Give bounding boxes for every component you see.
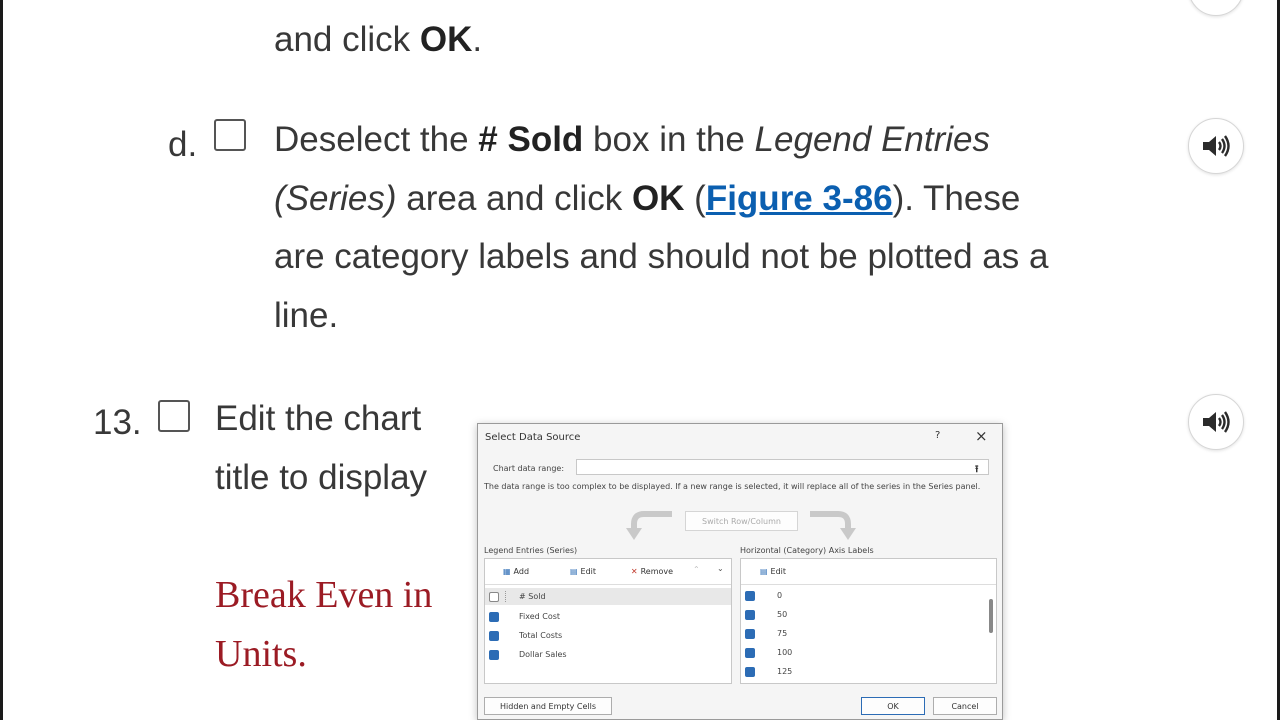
drag-handle <box>505 591 508 602</box>
move-down-icon[interactable]: ⌄ <box>717 564 724 573</box>
series-checkbox[interactable] <box>489 592 499 602</box>
category-row[interactable]: 100 <box>741 644 981 661</box>
series-row[interactable]: Fixed Cost <box>485 608 731 625</box>
audio-button-13[interactable] <box>1188 394 1244 450</box>
legend-divider <box>485 584 731 585</box>
category-value: 50 <box>777 610 788 619</box>
step-c-tail: and click OK. <box>274 20 483 59</box>
edit-button[interactable]: ▤ Edit <box>557 562 609 581</box>
category-row[interactable]: 50 <box>741 606 981 623</box>
figure-link[interactable]: Figure 3-86 <box>706 179 893 218</box>
category-value: 100 <box>777 648 793 657</box>
audio-button-d[interactable] <box>1188 118 1244 174</box>
help-icon[interactable]: ? <box>935 430 940 441</box>
category-checkbox[interactable] <box>745 610 755 620</box>
range-note: The data range is too complex to be disp… <box>484 482 981 491</box>
ok-button[interactable]: OK <box>861 697 925 715</box>
category-row[interactable]: 0 <box>741 587 981 604</box>
axis-labels-panel: ▤ Edit 0 50 75 100 125 <box>740 558 997 684</box>
dialog-title: Select Data Source <box>485 432 581 443</box>
axis-labels-label: Horizontal (Category) Axis Labels <box>740 546 874 555</box>
select-data-source-dialog: Select Data Source ? × Chart data range:… <box>477 423 1003 720</box>
step-13-checkbox[interactable] <box>158 400 190 432</box>
legend-entries-label: Legend Entries (Series) <box>484 546 578 555</box>
left-arrow-icon <box>626 511 672 540</box>
switch-row-column-button[interactable]: Switch Row/Column <box>685 511 798 531</box>
cancel-button[interactable]: Cancel <box>933 697 997 715</box>
speaker-icon <box>1203 135 1230 157</box>
move-up-icon[interactable]: ⌃ <box>693 565 700 574</box>
legend-entries-panel: ▦ Add ▤ Edit ✕ Remove ⌃ ⌄ # Sold Fixed Cost… <box>484 558 732 684</box>
collapse-icon[interactable]: ⭱ <box>975 462 979 479</box>
category-value: 0 <box>777 591 783 600</box>
close-icon[interactable]: × <box>975 427 988 445</box>
category-value: 125 <box>777 667 793 676</box>
step-d-marker: d. <box>168 125 198 164</box>
series-name: Total Costs <box>519 631 563 640</box>
remove-button[interactable]: ✕ Remove <box>619 562 685 581</box>
series-name: Dollar Sales <box>519 650 567 659</box>
category-row[interactable]: 125 <box>741 663 981 680</box>
category-checkbox[interactable] <box>745 648 755 658</box>
right-arrow-icon <box>810 511 856 540</box>
series-name: Fixed Cost <box>519 612 561 621</box>
audio-button-c[interactable] <box>1188 0 1244 16</box>
category-checkbox[interactable] <box>745 667 755 677</box>
series-checkbox[interactable] <box>489 612 499 622</box>
axis-divider <box>741 584 996 585</box>
step-13-marker: 13. <box>93 403 142 442</box>
add-button[interactable]: ▦ Add <box>489 562 543 581</box>
category-row[interactable]: 75 <box>741 625 981 642</box>
step-d-checkbox[interactable] <box>214 119 246 151</box>
series-checkbox[interactable] <box>489 631 499 641</box>
range-label: Chart data range: <box>493 464 565 473</box>
axis-edit-button[interactable]: ▤ Edit <box>753 562 793 581</box>
category-checkbox[interactable] <box>745 591 755 601</box>
series-row[interactable]: # Sold <box>485 588 731 605</box>
range-input[interactable] <box>576 459 989 475</box>
series-row[interactable]: Total Costs <box>485 627 731 644</box>
series-checkbox[interactable] <box>489 650 499 660</box>
scrollbar[interactable] <box>989 599 993 633</box>
speaker-icon <box>1203 411 1230 433</box>
series-name: # Sold <box>519 592 546 601</box>
category-checkbox[interactable] <box>745 629 755 639</box>
step-13-text: Edit the chart title to display <box>215 399 428 497</box>
category-value: 75 <box>777 629 788 638</box>
chart-title-value: Break Even in Units. <box>215 574 433 675</box>
hidden-empty-cells-button[interactable]: Hidden and Empty Cells <box>484 697 612 715</box>
left-border <box>0 0 3 720</box>
series-row[interactable]: Dollar Sales <box>485 646 731 663</box>
step-d-text: Deselect the # Sold box in the Legend En… <box>274 120 1049 335</box>
